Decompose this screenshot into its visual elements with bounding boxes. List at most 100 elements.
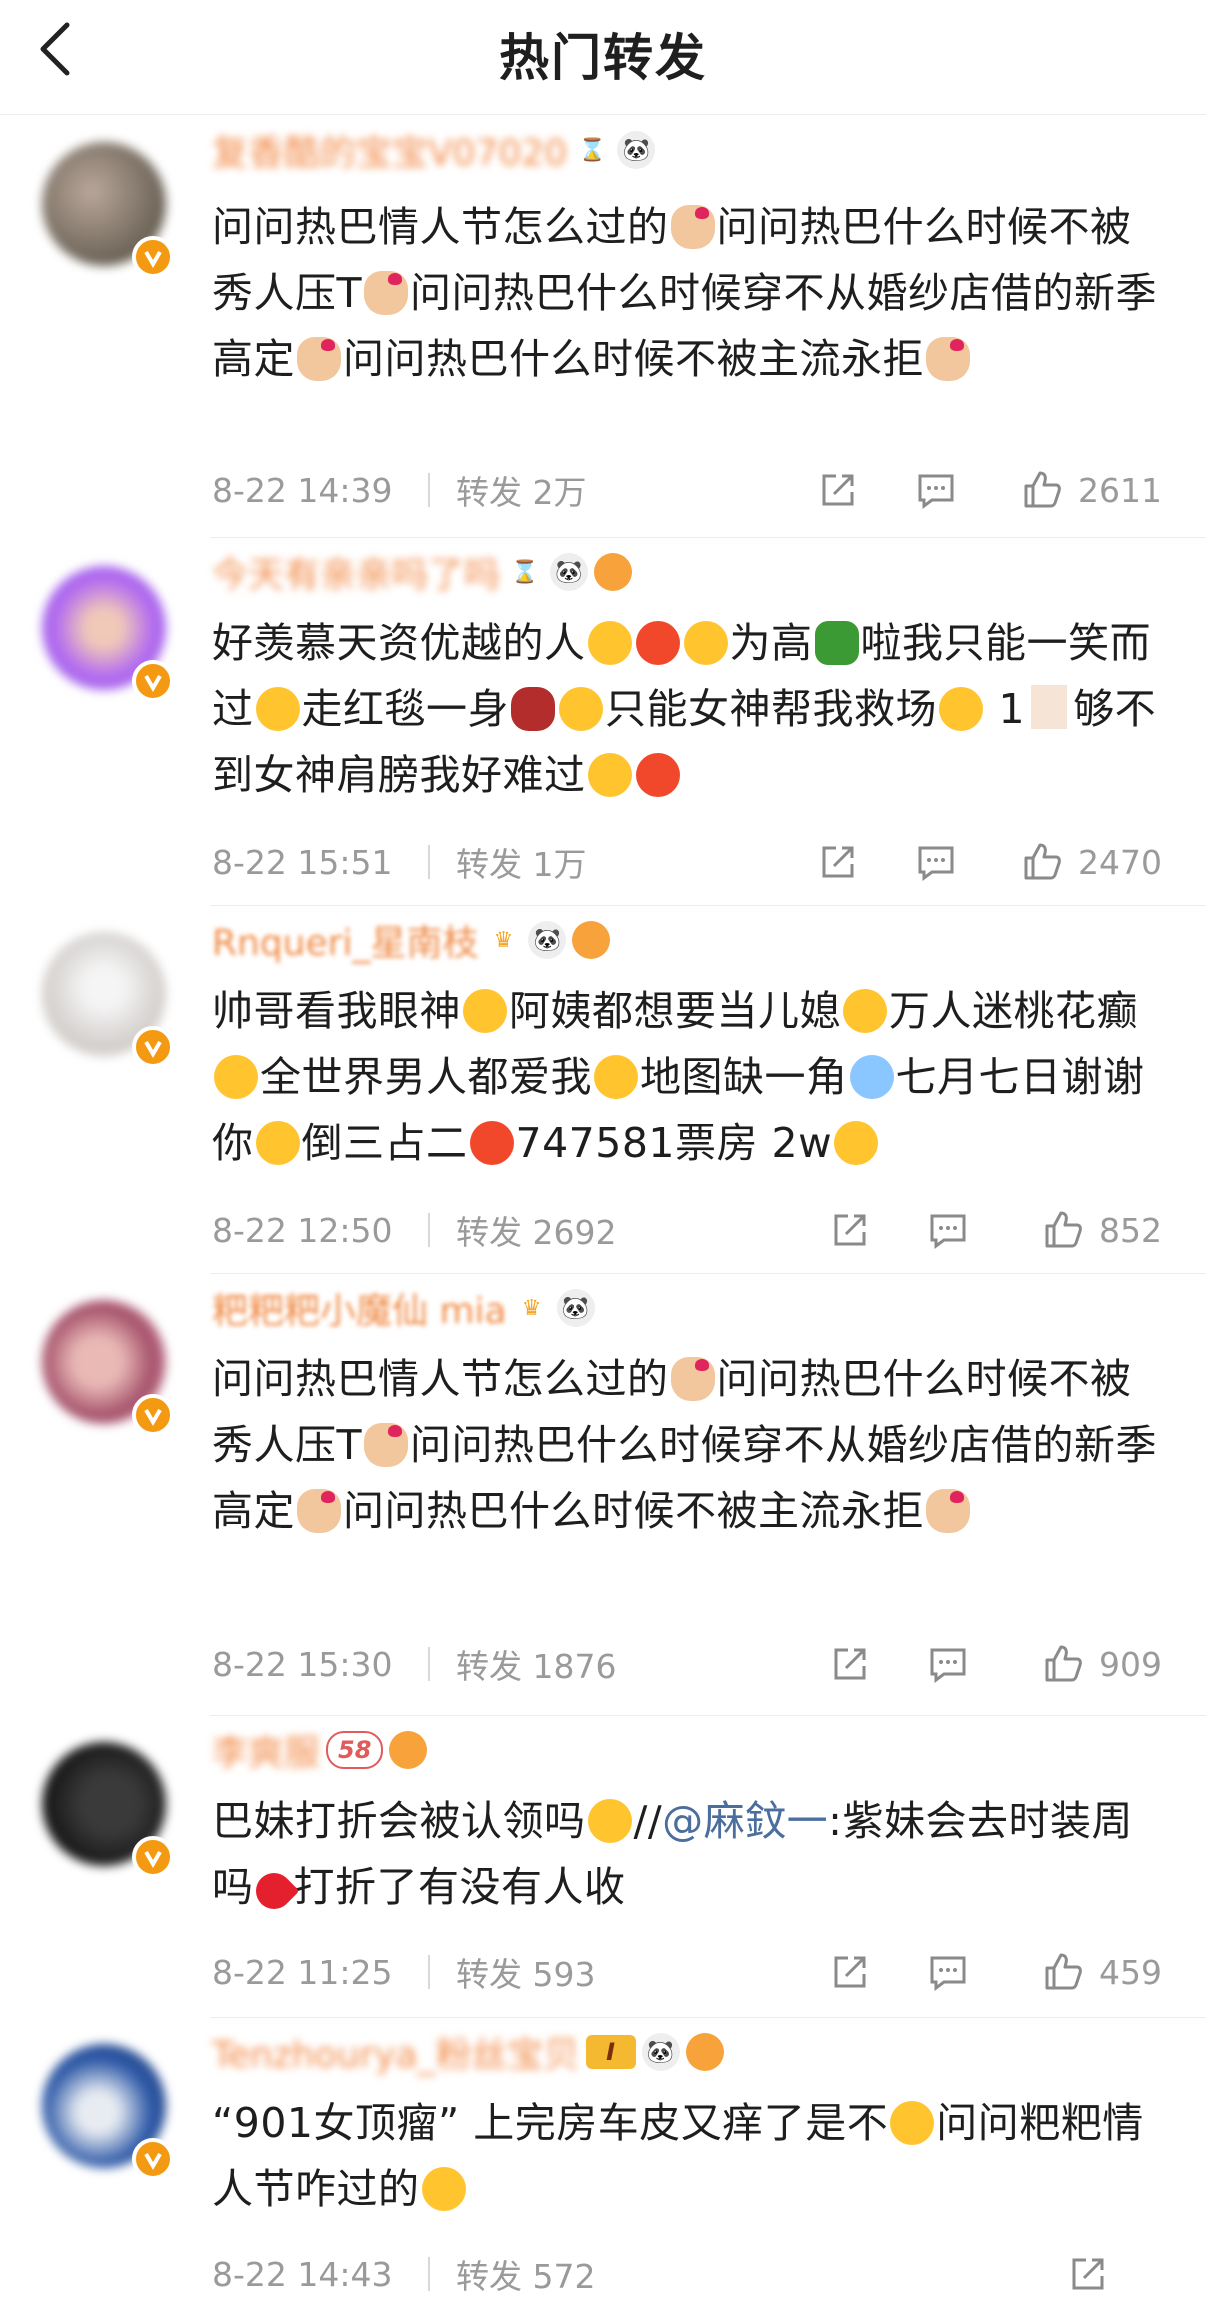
level-badge: I: [585, 2035, 636, 2069]
thumb-up-icon: [1045, 1211, 1082, 1248]
sweat-smile-emoji-icon: [559, 687, 603, 731]
comment-icon[interactable]: [924, 1206, 972, 1254]
tears-of-joy-emoji-icon: [421, 2167, 466, 2211]
like-button[interactable]: 852: [1032, 1208, 1162, 1252]
post-text: 问问热巴情人节怎么过的 问问热巴什么时候不被秀人压T 问问热巴什么时候穿不从婚纱店借…: [212, 1355, 1158, 1535]
post-meta: 8-22 15:51 转发 1万 2470: [212, 832, 1162, 892]
finger-heart-emoji-icon: [297, 1489, 341, 1533]
like-button[interactable]: 2470: [1020, 840, 1162, 884]
post-text: 巴妹打折会被认领吗//@麻鈫一:紫妹会去时装周吗 打折了有没有人收: [212, 1788, 1162, 1920]
post-time: 8-22 14:43: [212, 2254, 393, 2294]
scream-emoji-icon: [849, 1055, 894, 1099]
post-time: 8-22 11:25: [212, 1952, 393, 1992]
divider: [428, 473, 430, 507]
username[interactable]: 李爽服: [212, 1724, 320, 1776]
divider: [428, 2257, 430, 2291]
like-button[interactable]: 909: [1032, 1642, 1162, 1686]
yum-emoji-icon: [594, 1055, 638, 1099]
panda-badge-icon: 🐼: [550, 553, 589, 591]
post-time: 8-22 14:39: [212, 470, 393, 510]
meat-emoji-icon: [511, 687, 555, 731]
forward-count: 转发 593: [456, 1955, 596, 1994]
divider: [428, 1955, 430, 1989]
thumb-up-icon: [1045, 1953, 1082, 1990]
like-button[interactable]: 2611: [1020, 468, 1162, 512]
username-row: Tenzhourya_粉丝宝贝 I 🐼: [212, 2028, 724, 2076]
angry-emoji-icon: [635, 621, 680, 665]
share-icon[interactable]: [814, 466, 862, 514]
forward-item[interactable]: Rnqueri_星南枝 ♛ 🐼 帅哥看我眼神 阿姨都想要当儿媳 万人迷桃花癫全世界男…: [0, 906, 1206, 1274]
like-count: 852: [1099, 1210, 1162, 1250]
post-text: “901女顶瘤” 上完房车皮又痒了是不 问问粑粑情人节咋过的: [212, 2099, 1144, 2213]
hourglass-badge-icon: ⌛: [578, 137, 606, 163]
post-text: 好羡慕天资优越的人 为高 啦我只能一笑而过 走红毯一身 只能女神帮我救场 1 够不到女神肩…: [212, 619, 1157, 799]
forward-item[interactable]: 粑粑粑小魔仙 mia ♛ 🐼 问问热巴情人节怎么过的 问问热巴什么时候不被秀人压T…: [0, 1274, 1206, 1716]
share-icon[interactable]: [826, 1640, 874, 1688]
share-icon[interactable]: [1064, 2250, 1112, 2298]
username[interactable]: Tenzhourya_粉丝宝贝: [212, 2026, 580, 2078]
username-row: 李爽服 58: [212, 1724, 428, 1776]
hourglass-badge-icon: ⌛: [511, 559, 539, 585]
crying-emoji-icon: [587, 621, 632, 665]
post-time: 8-22 12:50: [212, 1210, 393, 1250]
username[interactable]: 粑粑粑小魔仙 mia: [212, 1282, 507, 1334]
post-meta: 8-22 14:39 转发 2万 2611: [212, 460, 1162, 520]
finger-heart-emoji-icon: [926, 337, 970, 381]
comment-icon[interactable]: [924, 1640, 972, 1688]
sad-emoji-icon: [255, 687, 300, 731]
panda-badge-icon: 🐼: [556, 1289, 595, 1327]
forward-item[interactable]: Tenzhourya_粉丝宝贝 I 🐼 “901女顶瘤” 上完房车皮又痒了是不问…: [0, 2018, 1206, 2314]
fish-badge-icon: [685, 2033, 724, 2071]
forward-item[interactable]: 李爽服 58 巴妹打折会被认领吗//@麻鈫一:紫妹会去时装周吗 打折了有没有人收 …: [0, 1716, 1206, 2018]
kiss-emoji-icon: [463, 989, 507, 1033]
verified-badge-icon: [132, 2138, 174, 2180]
like-count: 2470: [1078, 842, 1162, 882]
username[interactable]: Rnqueri_星南枝: [212, 914, 478, 966]
image-placeholder: [1031, 685, 1068, 729]
mention-link[interactable]: @麻鈫一: [662, 1797, 828, 1845]
forward-item[interactable]: 今天有亲亲吗了吗 ⌛ 🐼 好羡慕天资优越的人 为高 啦我只能一笑而过 走红毯一身 只能女…: [0, 538, 1206, 906]
username-row: 粑粑粑小魔仙 mia ♛ 🐼: [212, 1284, 595, 1332]
panda-badge-icon: 🐼: [641, 2033, 680, 2071]
crown-badge-icon: ♛: [521, 1295, 542, 1321]
comment-icon[interactable]: [924, 1948, 972, 1996]
weary-emoji-icon: [587, 753, 632, 797]
sad-emoji-icon: [214, 1055, 258, 1099]
username[interactable]: 今天有亲亲吗了吗: [212, 546, 500, 598]
forward-item[interactable]: 复香酷的宝宝V07020 ⌛ 🐼 问问热巴情人节怎么过的 问问热巴什么时候不被秀人…: [0, 114, 1206, 538]
username-row: Rnqueri_星南枝 ♛ 🐼: [212, 914, 611, 966]
like-button[interactable]: 459: [1032, 1950, 1162, 1994]
username[interactable]: 复香酷的宝宝V07020: [212, 124, 567, 176]
like-count: 909: [1099, 1644, 1162, 1684]
post-text: 帅哥看我眼神 阿姨都想要当儿媳 万人迷桃花癫全世界男人都爱我 地图缺一角 七月七日谢谢你…: [212, 987, 1145, 1167]
comment-icon[interactable]: [912, 838, 960, 886]
page-title: 热门转发: [499, 29, 707, 87]
divider: [428, 845, 430, 879]
hushed-emoji-icon: [587, 1799, 632, 1843]
thumb-up-icon: [1024, 471, 1061, 508]
divider: [428, 1647, 430, 1681]
fish-badge-icon: [572, 921, 611, 959]
post-time: 8-22 15:51: [212, 842, 393, 882]
forward-count: 转发 572: [456, 2257, 596, 2296]
share-icon[interactable]: [826, 1948, 874, 1996]
finger-heart-emoji-icon: [364, 271, 409, 315]
confounded-emoji-icon: [939, 687, 983, 731]
divider: [428, 1213, 430, 1247]
share-icon[interactable]: [826, 1206, 874, 1254]
crown-badge-icon: ♛: [493, 927, 514, 953]
share-icon[interactable]: [814, 838, 862, 886]
thumb-up-icon: [1045, 1645, 1082, 1682]
tears-of-joy-emoji-icon: [890, 2101, 935, 2145]
post-meta: 8-22 15:30 转发 1876 909: [212, 1634, 1162, 1694]
post-meta: 8-22 12:50 转发 2692 852: [212, 1200, 1162, 1260]
verified-badge-icon: [132, 1836, 174, 1878]
forward-count: 转发 2万: [456, 473, 587, 512]
verified-badge-icon: [132, 1394, 174, 1436]
forward-count: 转发 1万: [456, 845, 587, 884]
finger-heart-emoji-icon: [670, 205, 715, 249]
comment-icon[interactable]: [912, 466, 960, 514]
pleading-emoji-icon: [255, 1121, 300, 1165]
post-text: 问问热巴情人节怎么过的 问问热巴什么时候不被秀人压T 问问热巴什么时候穿不从婚纱店借…: [212, 203, 1158, 383]
forward-count: 转发 1876: [456, 1647, 617, 1686]
